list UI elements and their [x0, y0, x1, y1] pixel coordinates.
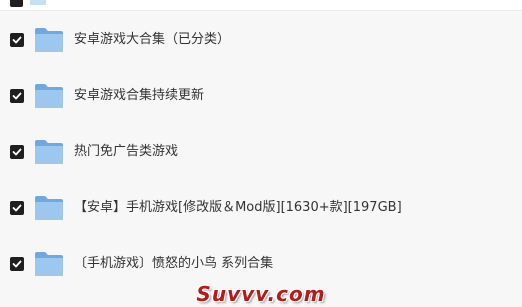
item-label[interactable]: 安卓游戏大合集（已分类）: [74, 32, 230, 48]
checkbox-checked[interactable]: [10, 201, 24, 215]
check-icon: [12, 92, 22, 100]
folder-icon: [35, 140, 63, 164]
watermark-text: Suvvv.com: [196, 282, 326, 306]
checkbox-checked[interactable]: [10, 89, 24, 103]
checkbox-checked[interactable]: [10, 257, 24, 271]
folder-icon: [35, 196, 63, 220]
folder-icon: [35, 252, 63, 276]
previous-row-partial: [0, 0, 522, 11]
check-icon: [12, 204, 22, 212]
folder-icon-partial: [30, 0, 46, 5]
check-icon: [12, 260, 22, 268]
list-item[interactable]: 安卓游戏合集持续更新: [0, 68, 522, 124]
item-label[interactable]: 热门免广告类游戏: [74, 144, 178, 160]
item-label[interactable]: 〔手机游戏〕愤怒的小鸟 系列合集: [74, 256, 273, 272]
folder-icon: [35, 28, 63, 52]
item-label[interactable]: 【安卓】手机游戏[修改版＆Mod版][1630+款][197GB]: [74, 200, 402, 216]
check-icon: [12, 36, 22, 44]
list-item[interactable]: 【安卓】手机游戏[修改版＆Mod版][1630+款][197GB]: [0, 180, 522, 236]
list-item[interactable]: 热门免广告类游戏: [0, 124, 522, 180]
checkbox-checked[interactable]: [10, 145, 24, 159]
item-label[interactable]: 安卓游戏合集持续更新: [74, 88, 204, 104]
check-icon: [12, 148, 22, 156]
folder-icon: [35, 84, 63, 108]
list-item[interactable]: 安卓游戏大合集（已分类）: [0, 12, 522, 68]
checkbox-partial[interactable]: [10, 0, 23, 7]
checkbox-checked[interactable]: [10, 33, 24, 47]
file-list: 安卓游戏大合集（已分类） 安卓游戏合集持续更新 热门免广告类游戏 【安卓】手机游…: [0, 0, 522, 307]
